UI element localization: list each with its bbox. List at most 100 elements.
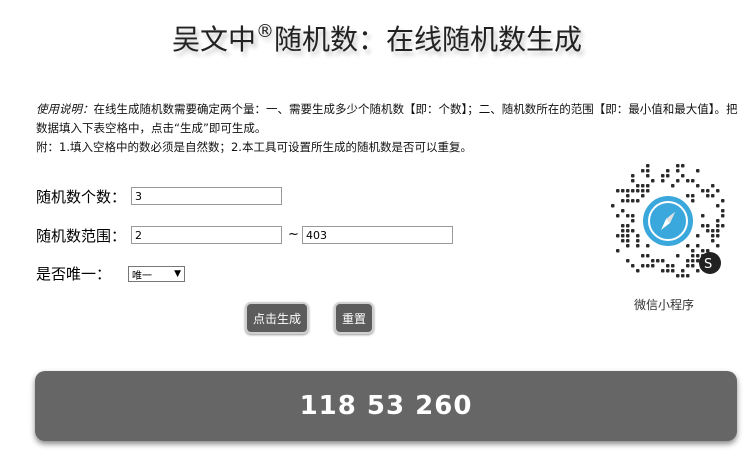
registered-mark: ® bbox=[256, 21, 274, 42]
qr-module bbox=[716, 224, 720, 228]
unique-row: 是否唯一： bbox=[36, 262, 111, 284]
qr-module bbox=[686, 274, 690, 278]
qr-module bbox=[616, 249, 620, 253]
qr-module bbox=[681, 269, 685, 273]
qr-module bbox=[631, 229, 635, 233]
qr-module bbox=[611, 204, 615, 208]
qr-module bbox=[686, 194, 690, 198]
qr-module bbox=[626, 229, 630, 233]
qr-module bbox=[716, 244, 720, 248]
qr-module bbox=[616, 234, 620, 238]
qr-module bbox=[646, 169, 650, 173]
qr-module bbox=[691, 259, 695, 263]
qr-module bbox=[626, 239, 630, 243]
unique-select-value: 唯一 bbox=[132, 270, 152, 282]
qr-module bbox=[681, 164, 685, 168]
svg-text:S: S bbox=[704, 257, 712, 272]
qr-module bbox=[641, 169, 645, 173]
qr-module bbox=[701, 224, 705, 228]
qr-module bbox=[676, 274, 680, 278]
qr-module bbox=[721, 209, 725, 213]
unique-label: 是否唯一： bbox=[36, 264, 112, 283]
qr-module bbox=[631, 174, 635, 178]
qr-module bbox=[711, 194, 715, 198]
qr-module bbox=[636, 199, 640, 203]
qr-module bbox=[621, 229, 625, 233]
qr-module bbox=[721, 224, 725, 228]
qr-module bbox=[691, 194, 695, 198]
qr-module bbox=[691, 179, 695, 183]
qr-module bbox=[696, 184, 700, 188]
qr-module bbox=[666, 264, 670, 268]
generate-button[interactable]: 点击生成 bbox=[245, 302, 309, 334]
qr-module bbox=[691, 249, 695, 253]
unique-select[interactable]: 唯一 ▼ bbox=[128, 266, 185, 282]
qr-module bbox=[696, 244, 700, 248]
qr-module bbox=[671, 184, 675, 188]
qr-module bbox=[691, 264, 695, 268]
qr-module bbox=[641, 184, 645, 188]
qr-module bbox=[651, 259, 655, 263]
instructions: 使用说明：在线生成随机数需要确定两个量：一、需要生成多少个随机数【即：个数】；二… bbox=[36, 100, 741, 157]
instructions-line1: 使用说明：在线生成随机数需要确定两个量：一、需要生成多少个随机数【即：个数】；二… bbox=[36, 100, 741, 138]
qr-module bbox=[676, 254, 680, 258]
qr-module bbox=[661, 259, 665, 263]
qr-module bbox=[621, 239, 625, 243]
instructions-label: 使用说明： bbox=[36, 102, 94, 116]
qr-module bbox=[711, 229, 715, 233]
qr-module bbox=[621, 209, 625, 213]
qr-module bbox=[646, 254, 650, 258]
qr-module bbox=[621, 199, 625, 203]
title-prefix: 吴文中 bbox=[171, 23, 256, 56]
reset-button[interactable]: 重置 bbox=[334, 302, 374, 334]
qr-caption: 微信小程序 bbox=[634, 298, 695, 312]
count-label: 随机数个数： bbox=[36, 187, 127, 206]
qr-module bbox=[641, 254, 645, 258]
qr-module bbox=[631, 264, 635, 268]
qr-module bbox=[706, 194, 710, 198]
qr-module bbox=[721, 199, 725, 203]
qr-module bbox=[656, 259, 660, 263]
qr-module bbox=[641, 194, 645, 198]
qr-module bbox=[626, 234, 630, 238]
qr-module bbox=[711, 239, 715, 243]
qr-module bbox=[651, 179, 655, 183]
qr-module bbox=[621, 224, 625, 228]
qr-module bbox=[631, 189, 635, 193]
qr-module bbox=[696, 169, 700, 173]
qr-module bbox=[671, 264, 675, 268]
qr-code-icon: S bbox=[605, 158, 731, 284]
qr-module bbox=[686, 259, 690, 263]
qr-module bbox=[631, 179, 635, 183]
qr-module bbox=[716, 229, 720, 233]
qr-module bbox=[631, 199, 635, 203]
range-label: 随机数范围： bbox=[36, 226, 127, 245]
instructions-text: 在线生成随机数需要确定两个量：一、需要生成多少个随机数【即：个数】；二、随机数所… bbox=[36, 102, 738, 135]
qr-module bbox=[706, 189, 710, 193]
result-numbers: 118 53 260 bbox=[299, 391, 473, 421]
qr-module bbox=[646, 189, 650, 193]
qr-module bbox=[646, 174, 650, 178]
qr-module bbox=[706, 224, 710, 228]
qr-module bbox=[626, 259, 630, 263]
qr-module bbox=[646, 244, 650, 248]
range-max-input[interactable] bbox=[302, 226, 453, 244]
qr-module bbox=[676, 179, 680, 183]
count-input[interactable] bbox=[131, 187, 282, 205]
qr-module bbox=[711, 234, 715, 238]
qr-module bbox=[641, 264, 645, 268]
qr-module bbox=[666, 169, 670, 173]
qr-module bbox=[626, 199, 630, 203]
qr-module bbox=[626, 194, 630, 198]
qr-module bbox=[636, 234, 640, 238]
qr-module bbox=[651, 264, 655, 268]
qr-module bbox=[666, 174, 670, 178]
qr-module bbox=[641, 189, 645, 193]
qr-module bbox=[636, 189, 640, 193]
qr-module bbox=[636, 269, 640, 273]
qr-module bbox=[646, 264, 650, 268]
result-display: 118 53 260 bbox=[35, 371, 737, 441]
qr-module bbox=[686, 179, 690, 183]
range-min-input[interactable] bbox=[131, 226, 282, 244]
qr-module bbox=[681, 274, 685, 278]
